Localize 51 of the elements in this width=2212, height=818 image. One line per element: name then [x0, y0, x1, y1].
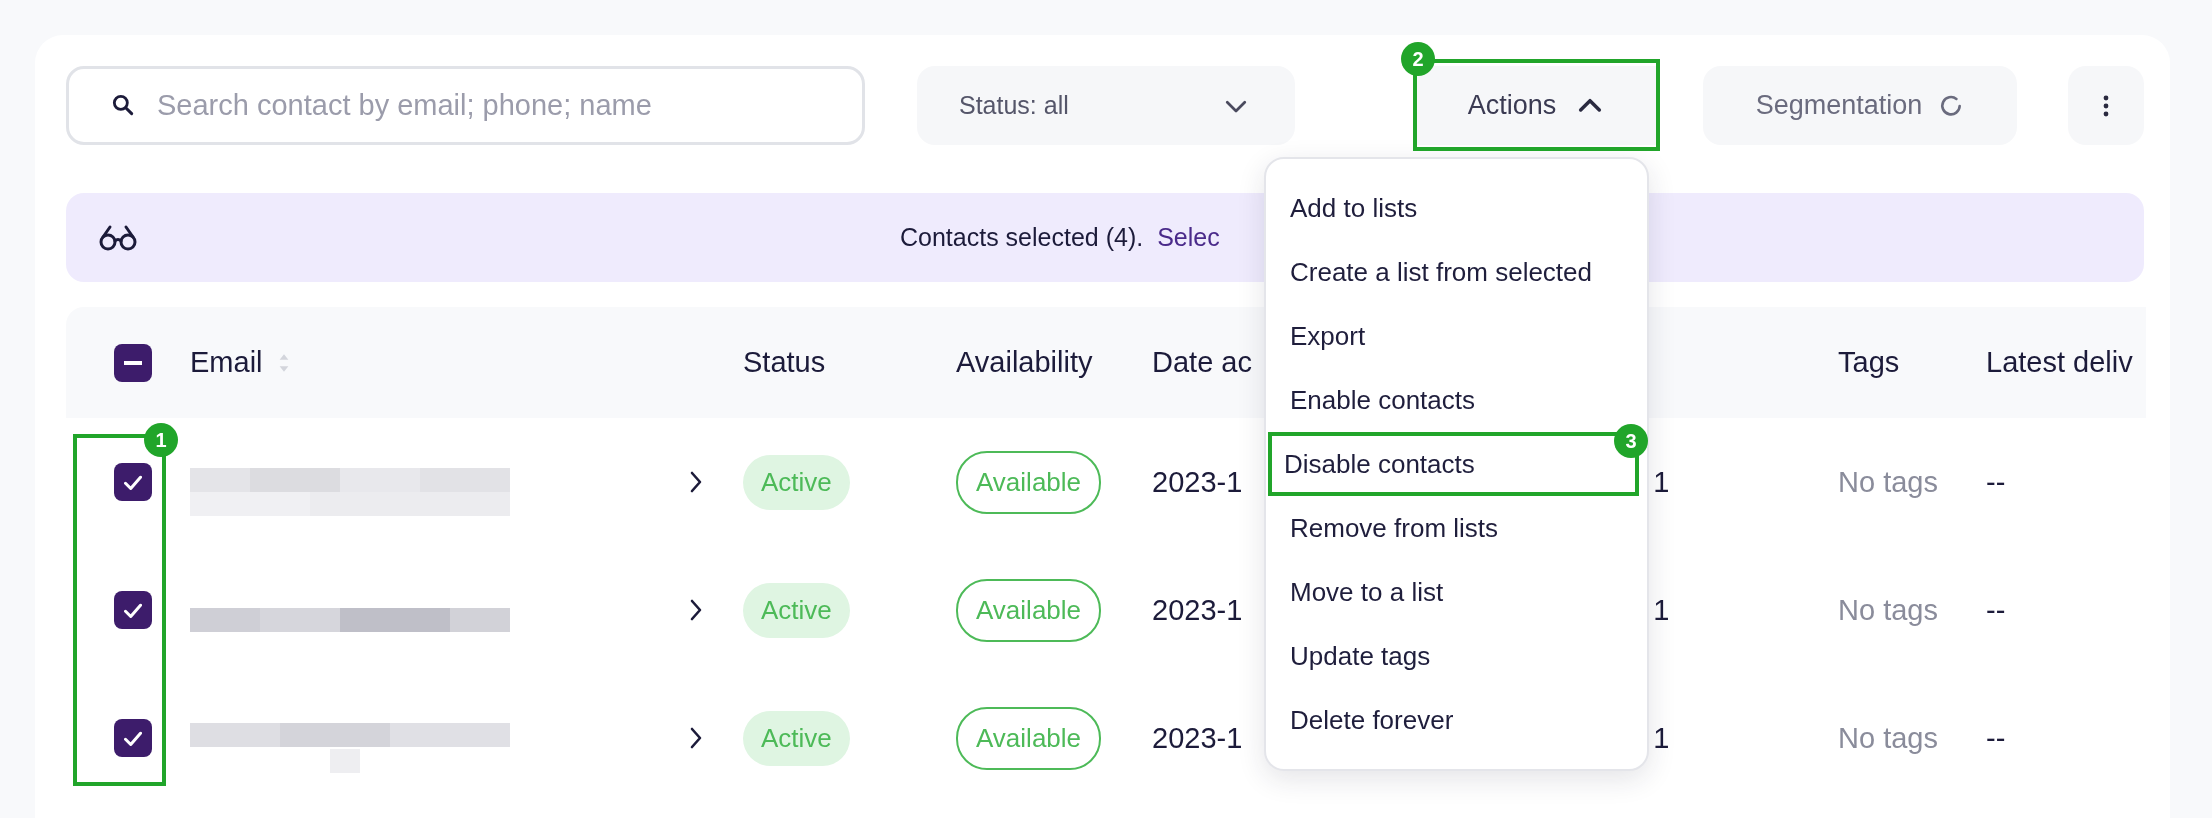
menu-item[interactable]: Delete forever — [1266, 688, 1647, 752]
chevron-right-icon[interactable] — [689, 598, 703, 622]
status-dropdown[interactable]: Status: all — [917, 66, 1295, 145]
table-cell: 2023-1 — [1152, 465, 1243, 499]
search-field[interactable]: Search contact by email; phone; name — [66, 66, 865, 145]
select-all-checkbox[interactable] — [114, 343, 152, 382]
table-cell: 1 — [1653, 465, 1670, 499]
glasses-icon — [98, 223, 138, 252]
table-cell: 1 — [1653, 593, 1670, 627]
table-cell: -- — [1986, 721, 2006, 754]
menu-item[interactable]: Move to a list — [1266, 560, 1647, 624]
table-cell: 2023-1 — [1152, 593, 1243, 627]
menu-item[interactable]: Create a list from selected — [1266, 240, 1647, 304]
row-checkbox[interactable] — [114, 719, 152, 757]
check-icon — [124, 602, 142, 618]
column-header[interactable]: Email — [190, 346, 263, 379]
menu-item[interactable]: Remove from lists — [1266, 496, 1647, 560]
more-icon — [2102, 93, 2110, 118]
table-cell: No tags — [1838, 593, 1938, 626]
table-cell: -- — [1986, 465, 2006, 498]
column-header: Date ac — [1152, 346, 1252, 379]
table-cell: -- — [1986, 593, 2006, 626]
table-cell: 1 — [1653, 721, 1670, 755]
check-icon — [124, 474, 142, 490]
chevron-right-icon[interactable] — [689, 726, 703, 750]
row-checkbox[interactable] — [114, 591, 152, 629]
status-badge: Active — [743, 710, 850, 766]
availability-badge: Available — [956, 578, 1102, 642]
chevron-right-icon[interactable] — [689, 470, 703, 494]
status-badge: Active — [743, 454, 850, 510]
menu-item[interactable]: Update tags — [1266, 624, 1647, 688]
table-cell: No tags — [1838, 721, 1938, 754]
availability-badge: Available — [956, 706, 1102, 770]
column-header: Tags — [1838, 346, 1900, 379]
menu-item[interactable]: Export — [1266, 304, 1647, 368]
column-header: Latest deliv — [1986, 346, 2133, 379]
table-cell: 2023-1 — [1152, 721, 1243, 755]
actions-button[interactable]: Actions — [1415, 66, 1659, 145]
column-header: Status — [743, 346, 826, 379]
check-icon — [124, 730, 142, 746]
segmentation-button[interactable]: Segmentation — [1703, 66, 2017, 145]
menu-item[interactable]: Add to lists — [1266, 176, 1647, 240]
minus-icon — [124, 359, 142, 366]
selection-text: Contacts selected (4). — [900, 223, 1144, 252]
status-badge: Active — [743, 582, 850, 638]
select-link[interactable]: Selec — [1157, 223, 1220, 252]
table-cell: No tags — [1838, 465, 1938, 498]
row-checkbox[interactable] — [114, 463, 152, 501]
column-header: Availability — [956, 346, 1093, 379]
search-icon — [110, 92, 136, 118]
availability-badge: Available — [956, 450, 1102, 514]
